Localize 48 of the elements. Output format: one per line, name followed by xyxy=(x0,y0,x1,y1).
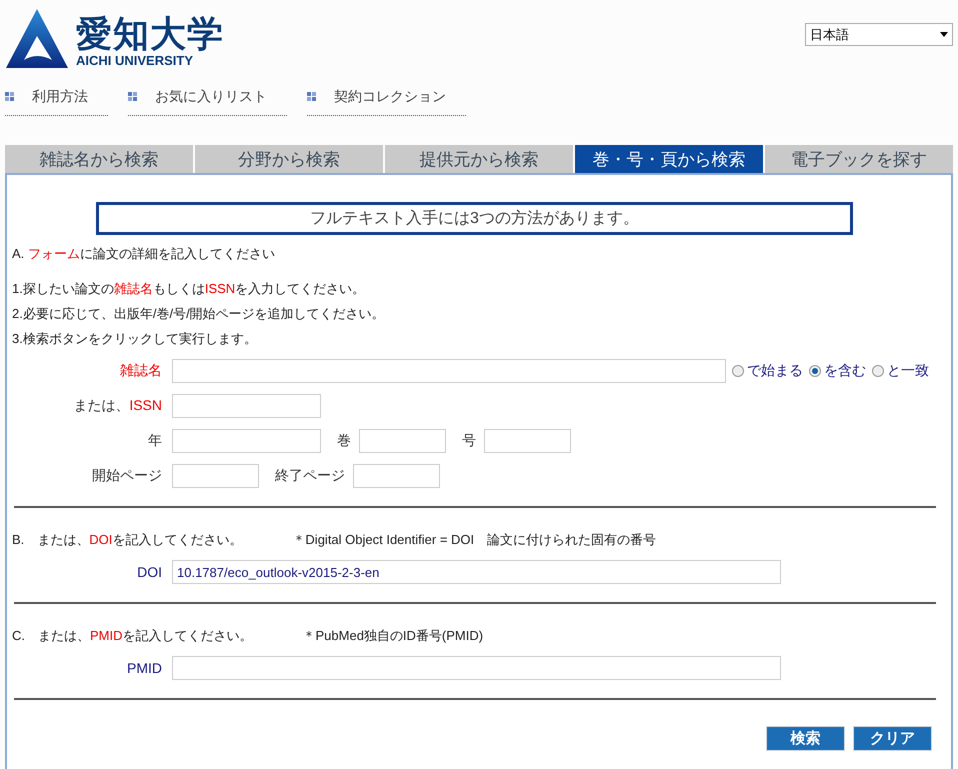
action-button[interactable]: 検索 xyxy=(766,726,845,751)
section-heading: B. または、DOIを記入してください。 xyxy=(12,531,242,549)
logo-title: 愛知大学 xyxy=(76,14,224,54)
input-field[interactable] xyxy=(172,359,726,383)
field-label: 巻 xyxy=(337,432,351,450)
tab[interactable]: 分野から検索 xyxy=(195,145,383,173)
notice-banner: フルテキスト入手には3つの方法があります。 xyxy=(96,202,853,235)
field-label: 終了ページ xyxy=(275,467,345,485)
input-field[interactable] xyxy=(353,464,440,488)
instruction-text: 2.必要に応じて、出版年/巻/号/開始ページを追加してください。 xyxy=(12,305,386,323)
tab[interactable]: 電子ブックを探す xyxy=(765,145,953,173)
radio-option[interactable]: を含む xyxy=(809,362,866,380)
field-label: PMID xyxy=(126,660,162,676)
instruction-text: 3.検索ボタンをクリックして実行します。 xyxy=(12,330,258,348)
note-text: ＊PubMed独自のID番号(PMID) xyxy=(302,627,484,645)
input-field[interactable]: 10.1787/eco_outlook-v2015-2-3-en xyxy=(172,560,781,584)
caret-icon xyxy=(940,32,948,37)
tab[interactable]: 雑誌名から検索 xyxy=(5,145,193,173)
field-label: DOI xyxy=(136,564,162,580)
section-heading: A. フォームに論文の詳細を記入してください xyxy=(12,245,276,263)
radio-option[interactable]: で始まる xyxy=(732,362,803,380)
field-label: または、ISSN xyxy=(72,397,162,415)
nav-link[interactable]: 契約コレクション xyxy=(307,84,466,116)
field-label: 雑誌名 xyxy=(119,362,162,380)
tab[interactable]: 提供元から検索 xyxy=(385,145,573,173)
tab[interactable]: 巻・号・頁から検索 xyxy=(575,145,763,173)
grid-icon xyxy=(307,92,316,101)
action-button[interactable]: クリア xyxy=(853,726,932,751)
field-label: 号 xyxy=(462,432,476,450)
instruction-text: 1.探したい論文の雑誌名 もしくはISSNを入力してください。 xyxy=(12,280,366,298)
radio-option[interactable]: と一致 xyxy=(872,362,929,380)
field-label: 開始ページ xyxy=(91,467,162,485)
input-field[interactable] xyxy=(172,429,321,453)
logo-subtitle: AICHI UNIVERSITY xyxy=(76,54,194,68)
grid-icon xyxy=(128,92,137,101)
logo-icon xyxy=(6,8,68,68)
grid-icon xyxy=(5,92,14,101)
input-field[interactable] xyxy=(172,394,321,418)
section-heading: C. または、PMIDを記入してください。 xyxy=(12,627,252,645)
input-field[interactable] xyxy=(359,429,446,453)
input-field[interactable] xyxy=(172,464,259,488)
nav-link[interactable]: 利用方法 xyxy=(5,84,108,116)
nav-link[interactable]: お気に入りリスト xyxy=(128,84,287,116)
input-field[interactable] xyxy=(484,429,571,453)
field-label: 年 xyxy=(147,432,162,450)
language-select[interactable]: 日本語 xyxy=(805,23,953,46)
input-field[interactable] xyxy=(172,656,781,680)
note-text: ＊Digital Object Identifier = DOI 論文に付けられた固有の番号 xyxy=(292,531,656,549)
